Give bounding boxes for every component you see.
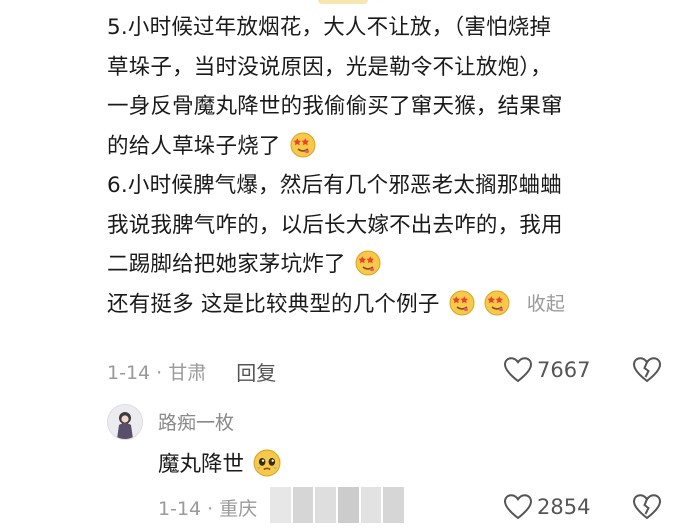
broken-heart-icon[interactable] xyxy=(632,356,662,384)
reply-meta-row: 1-14 · 重庆 xyxy=(158,494,257,521)
comment-line-4-wrap: 的给人草垛子烧了 xyxy=(107,127,677,167)
comment-line-8: 还有挺多 这是比较典型的几个例子 xyxy=(107,291,440,317)
reply-like-count: 2854 xyxy=(537,495,591,519)
comment-line-2: 草垛子，当时没说原因，光是勒令不让放炮）， xyxy=(107,54,552,80)
reply-username[interactable]: 路痴一枚 xyxy=(158,408,234,435)
watermark-mosaic xyxy=(270,487,405,523)
comment-line-4: 的给人草垛子烧了 xyxy=(107,133,281,159)
avatar[interactable] xyxy=(107,404,143,440)
comment-line-8-wrap: 还有挺多 这是比较典型的几个例子 收起 xyxy=(107,285,677,325)
comment-date-location: 1-14 · 甘肃 xyxy=(107,362,207,384)
avatar-image xyxy=(108,405,142,439)
broken-heart-icon[interactable] xyxy=(632,493,662,521)
reply-date-location: 1-14 · 重庆 xyxy=(158,498,258,520)
comment-like-count: 7667 xyxy=(537,358,591,382)
comment-line-7: 二踢脚给把她家茅坑炸了 xyxy=(107,252,346,277)
comment-like-button[interactable]: 7667 xyxy=(503,356,590,384)
comment-line-1: 5.小时候过年放烟花，大人不让放，（害怕烧掉 xyxy=(107,15,552,40)
comment-line-6: 我说我脾气咋的，以后长大嫁不出去咋的，我用 xyxy=(107,212,563,238)
teary-pleading-emoji xyxy=(253,449,281,477)
heart-icon xyxy=(503,357,533,383)
heart-icon xyxy=(503,494,533,520)
drooling-star-eyes-emoji xyxy=(355,250,381,276)
reply-text-wrap: 魔丸降世 xyxy=(158,447,281,478)
comment-body: 5.小时候过年放烟花，大人不让放，（害怕烧掉 草垛子，当时没说原因，光是勒令不让… xyxy=(107,8,677,324)
drooling-star-eyes-emoji xyxy=(290,132,316,157)
comment-meta-row: 1-14 · 甘肃 回复 xyxy=(107,357,276,386)
drooling-star-eyes-emoji xyxy=(449,290,475,315)
previous-content-edge xyxy=(318,0,368,4)
reply-text: 魔丸降世 xyxy=(158,452,245,477)
reply-button[interactable]: 回复 xyxy=(236,357,276,386)
collapse-link[interactable]: 收起 xyxy=(527,293,565,315)
comment-line-5: 6.小时候脾气爆，然后有几个邪恶老太搁那蛐蛐 xyxy=(107,173,562,198)
comment-line-7-wrap: 二踢脚给把她家茅坑炸了 xyxy=(107,245,677,285)
drooling-star-eyes-emoji xyxy=(484,290,510,315)
reply-like-button[interactable]: 2854 xyxy=(503,493,590,521)
comment-line-3: 一身反骨魔丸降世的我偷偷买了窜天猴，结果窜 xyxy=(107,94,563,119)
